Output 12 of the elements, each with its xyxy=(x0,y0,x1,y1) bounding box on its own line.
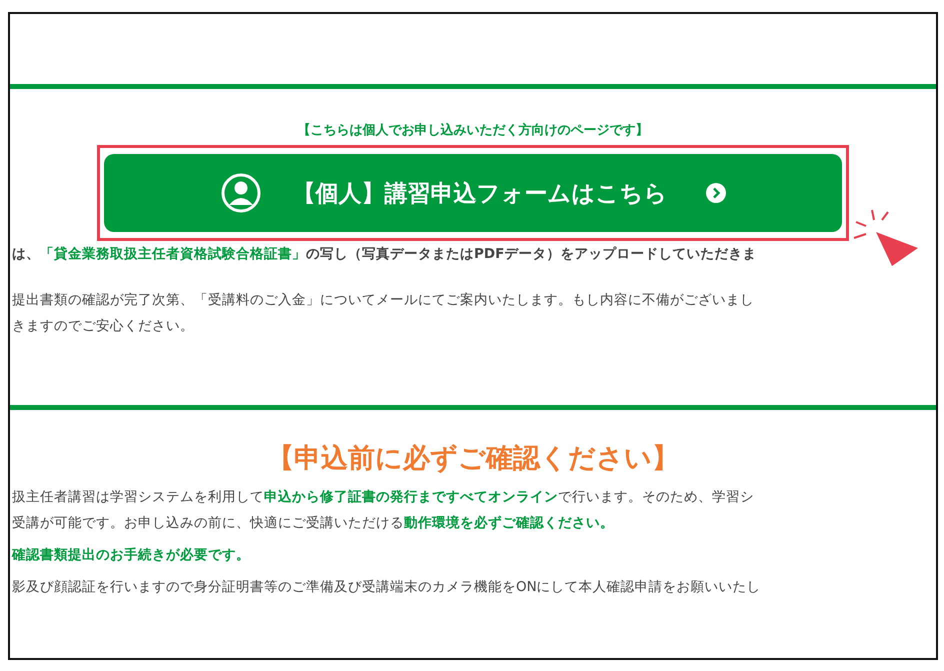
upload-text: は、「貸金業務取扱主任者資格試験合格証書」の写し（写真データまたはPDFデータ）をアップロードしていただきま xyxy=(11,245,758,264)
application-form-button[interactable]: 【個人】講習申込フォームはこちら xyxy=(104,154,842,232)
section-heading: 【申込前に必ずご確認ください】 xyxy=(266,442,680,476)
chevron-icon xyxy=(706,183,726,203)
intro-text: 受講が可能です。お申し込みの前に、快適にご受講いただける動作環境を必ずご確認ください。 xyxy=(11,514,615,533)
notice-text: 【こちらは個人でお申し込みいただく方向けのページです】 xyxy=(296,122,650,139)
confirm-text: きますのでご安心ください。 xyxy=(11,317,195,336)
id-text: 影及び顔認証を行いますので身分証明書等のご準備及び受講端末のカメラ機能をONにして本人確認申請をお願いいたし xyxy=(11,578,762,597)
subheading-text: 確認書類提出のお手続きが必要です。 xyxy=(10,546,251,565)
intro-text: 扱主任者講習は学習システムを利用して申込から修了証書の発行まですべてオンラインで行います。そのため、学習シ xyxy=(11,488,755,507)
confirm-text: 提出書類の確認が完了次第、「受講料のご入金」についてメールにてご案内いたします。もし内容に不備がございまし xyxy=(11,291,755,310)
user-icon xyxy=(220,173,260,213)
